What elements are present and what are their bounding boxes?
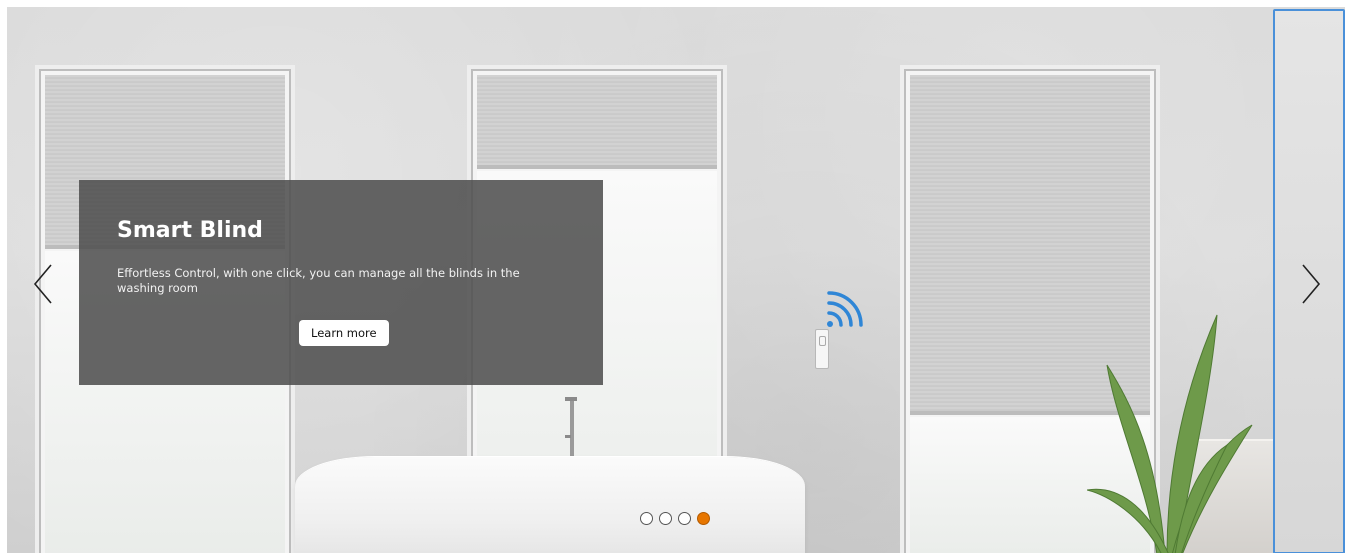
slide-dot-1[interactable] [640, 512, 653, 525]
remote-control-image [815, 329, 829, 369]
slide-dot-3[interactable] [678, 512, 691, 525]
slide-dot-2[interactable] [659, 512, 672, 525]
faucet [565, 397, 579, 459]
hero-description: Effortless Control, with one click, you … [117, 266, 520, 295]
hero-carousel: Smart Blind Effortless Control, with one… [7, 7, 1345, 553]
wireless-signal-icon [827, 291, 863, 327]
blind-center [477, 75, 717, 169]
bathtub [295, 457, 805, 553]
chevron-left-icon [33, 264, 52, 304]
hero-overlay-card: Smart Blind Effortless Control, with one… [79, 180, 603, 385]
learn-more-button[interactable]: Learn more [299, 320, 389, 346]
hero-title: Smart Blind [117, 218, 263, 243]
slide-dot-4[interactable] [697, 512, 710, 525]
chevron-right-icon [1302, 264, 1321, 304]
next-slide-button[interactable] [1297, 259, 1325, 309]
slide-indicators [640, 512, 710, 525]
plant-image [1087, 314, 1253, 553]
previous-slide-button[interactable] [29, 259, 57, 309]
